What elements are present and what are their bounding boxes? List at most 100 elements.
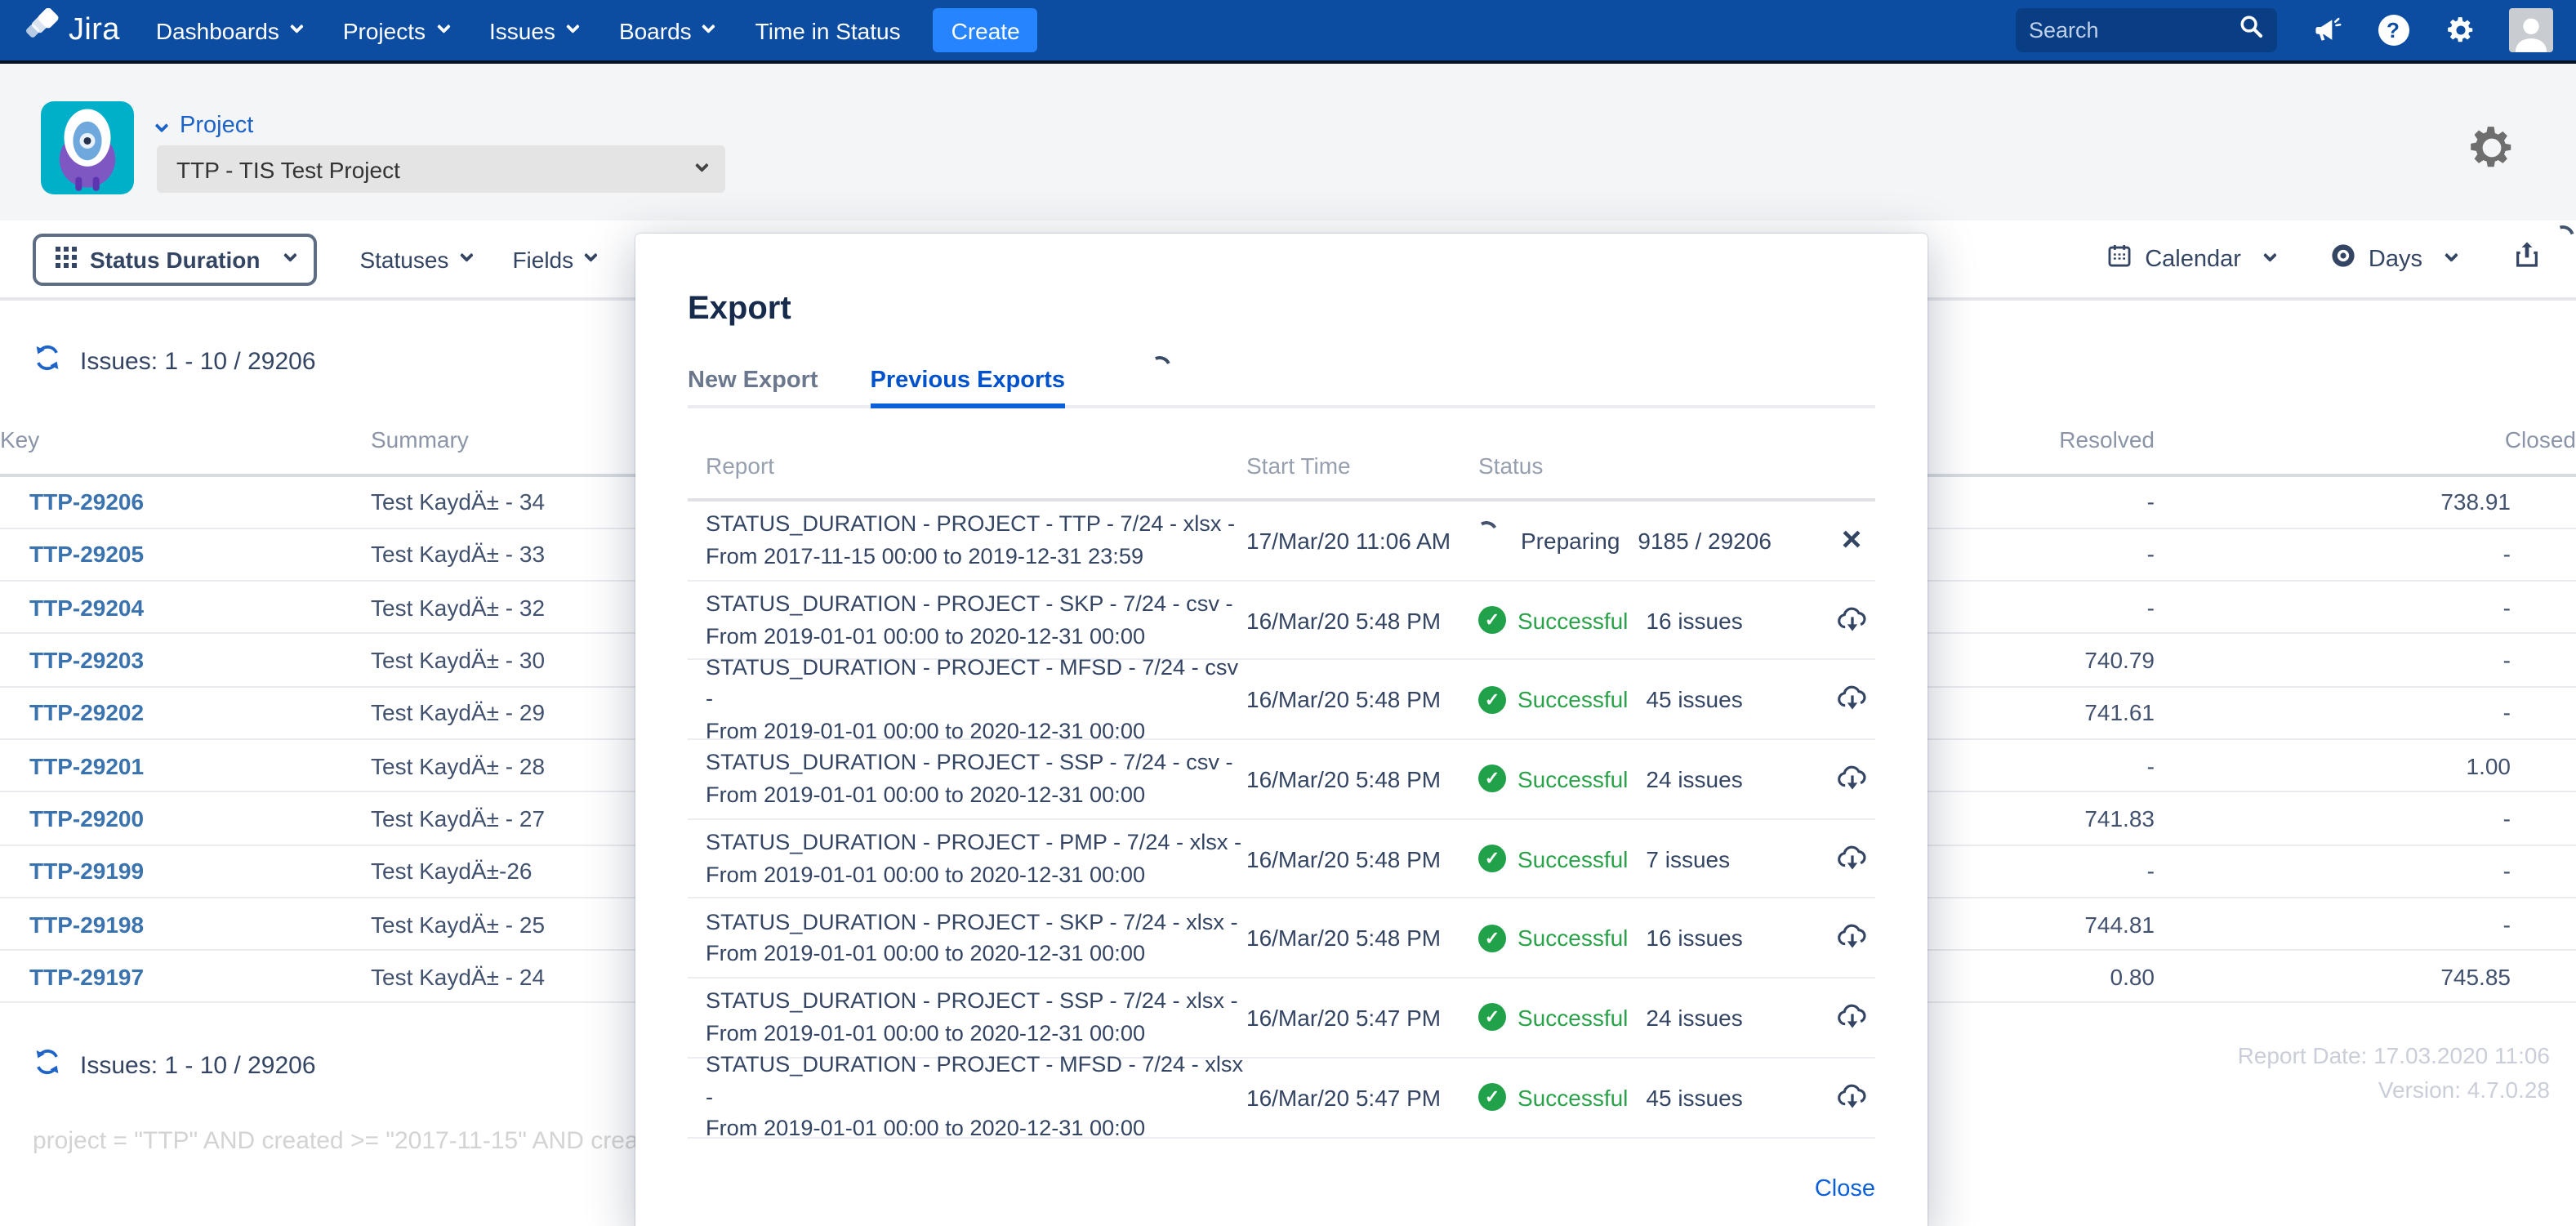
export-report-name: STATUS_DURATION - PROJECT - SKP - 7/24 -… — [688, 588, 1246, 652]
success-check-icon: ✓ — [1478, 845, 1506, 872]
menu-issues[interactable]: Issues — [489, 17, 577, 43]
exports-table-header: Report Start Time Status — [688, 453, 1875, 502]
column-header-closed: Closed — [2155, 426, 2576, 475]
issue-key-link[interactable]: TTP-29200 — [29, 805, 144, 831]
chevron-down-icon — [2445, 248, 2458, 262]
closed-value: - — [2155, 634, 2576, 687]
create-button[interactable]: Create — [934, 8, 1038, 52]
download-export-icon[interactable] — [1834, 681, 1870, 717]
export-status: ✓ Successful 16 issues — [1478, 606, 1828, 634]
report-type-label: Status Duration — [90, 246, 260, 272]
modal-title: Export — [688, 291, 1875, 328]
closed-value: 1.00 — [2155, 739, 2576, 792]
exports-table: Report Start Time Status STATUS_DURATION… — [688, 453, 1875, 1138]
export-report-name: STATUS_DURATION - PROJECT - MFSD - 7/24 … — [688, 1050, 1246, 1145]
status-label: Successful — [1518, 925, 1628, 952]
days-dropdown[interactable]: Days — [2329, 242, 2455, 276]
help-icon[interactable]: ? — [2375, 12, 2411, 48]
jira-logo[interactable]: Jira — [23, 7, 120, 53]
chevron-down-icon — [702, 20, 716, 33]
menu-projects[interactable]: Projects — [343, 17, 447, 43]
issue-key-link[interactable]: TTP-29202 — [29, 700, 144, 726]
export-button[interactable] — [2511, 239, 2543, 279]
export-row: STATUS_DURATION - PROJECT - SSP - 7/24 -… — [688, 740, 1875, 819]
export-row: STATUS_DURATION - PROJECT - MFSD - 7/24 … — [688, 1059, 1875, 1138]
status-issue-count: 24 issues — [1646, 1005, 1742, 1031]
calendar-dropdown[interactable]: Calendar — [2106, 242, 2274, 276]
breadcrumb-project[interactable]: Project — [157, 113, 253, 139]
download-export-icon[interactable] — [1834, 1079, 1870, 1115]
success-check-icon: ✓ — [1478, 606, 1506, 634]
issue-key-link[interactable]: TTP-29203 — [29, 647, 144, 673]
export-start-time: 16/Mar/20 5:48 PM — [1246, 766, 1478, 792]
chevron-down-icon — [584, 248, 598, 262]
status-label: Successful — [1518, 686, 1628, 712]
download-export-icon[interactable] — [1834, 602, 1870, 638]
export-report-name: STATUS_DURATION - PROJECT - TTP - 7/24 -… — [688, 509, 1246, 573]
export-start-time: 16/Mar/20 5:48 PM — [1246, 686, 1478, 712]
search-box — [2016, 8, 2277, 52]
refresh-icon[interactable] — [33, 343, 62, 379]
issue-key-link[interactable]: TTP-29201 — [29, 752, 144, 778]
export-status: ✓ Successful 45 issues — [1478, 685, 1828, 713]
issue-key-link[interactable]: TTP-29199 — [29, 858, 144, 884]
download-export-icon[interactable] — [1834, 921, 1870, 956]
menu-time-in-status[interactable]: Time in Status — [755, 17, 901, 43]
issue-key-link[interactable]: TTP-29198 — [29, 911, 144, 937]
chevron-down-icon — [566, 20, 580, 33]
project-select[interactable]: TTP - TIS Test Project — [157, 145, 725, 193]
report-type-button[interactable]: Status Duration — [33, 233, 317, 285]
closed-value: - — [2155, 581, 2576, 634]
issue-key-link[interactable]: TTP-29205 — [29, 542, 144, 568]
status-issue-count: 16 issues — [1646, 925, 1742, 952]
calendar-icon — [2106, 242, 2133, 276]
question-mark-icon: ? — [2378, 15, 2409, 46]
export-report-name: STATUS_DURATION - PROJECT - SKP - 7/24 -… — [688, 907, 1246, 970]
status-issue-count: 24 issues — [1646, 766, 1742, 792]
download-export-icon[interactable] — [1834, 840, 1870, 876]
issue-key-link[interactable]: TTP-29206 — [29, 489, 144, 515]
report-settings-gear-icon[interactable] — [2467, 123, 2517, 173]
menu-dashboards[interactable]: Dashboards — [156, 17, 301, 43]
project-avatar — [41, 101, 134, 194]
search-input[interactable] — [2029, 18, 2238, 42]
refresh-icon[interactable] — [33, 1048, 62, 1084]
chevron-down-icon — [2263, 248, 2277, 262]
export-start-time: 16/Mar/20 5:47 PM — [1246, 1005, 1478, 1031]
closed-value: - — [2155, 898, 2576, 951]
statuses-dropdown[interactable]: Statuses — [359, 246, 470, 272]
menu-boards[interactable]: Boards — [619, 17, 713, 43]
export-start-time: 17/Mar/20 11:06 AM — [1246, 528, 1478, 554]
modal-close-button[interactable]: Close — [1815, 1175, 1875, 1201]
success-check-icon: ✓ — [1478, 1083, 1506, 1111]
tab-loading-spinner — [1145, 353, 1174, 382]
announcements-icon[interactable] — [2308, 12, 2344, 48]
export-share-icon — [2511, 250, 2543, 278]
download-export-icon[interactable] — [1834, 761, 1870, 797]
download-export-icon[interactable] — [1834, 1000, 1870, 1036]
tab-previous-exports[interactable]: Previous Exports — [871, 368, 1066, 394]
closed-value: - — [2155, 528, 2576, 582]
status-label: Successful — [1518, 766, 1628, 792]
search-icon[interactable] — [2238, 13, 2264, 47]
issue-key-link[interactable]: TTP-29197 — [29, 964, 144, 990]
export-row: STATUS_DURATION - PROJECT - SSP - 7/24 -… — [688, 979, 1875, 1058]
export-status: ✓ Successful 16 issues — [1478, 925, 1828, 952]
settings-gear-icon[interactable] — [2442, 12, 2478, 48]
chevron-down-icon — [459, 248, 473, 262]
issue-key-link[interactable]: TTP-29204 — [29, 594, 144, 620]
user-avatar[interactable] — [2509, 8, 2553, 52]
column-header-start-time: Start Time — [1246, 453, 1478, 479]
export-row: STATUS_DURATION - PROJECT - PMP - 7/24 -… — [688, 820, 1875, 899]
export-loading-spinner — [2547, 221, 2576, 252]
export-report-name: STATUS_DURATION - PROJECT - SSP - 7/24 -… — [688, 747, 1246, 811]
export-report-name: STATUS_DURATION - PROJECT - SSP - 7/24 -… — [688, 986, 1246, 1050]
export-start-time: 16/Mar/20 5:47 PM — [1246, 1084, 1478, 1110]
tab-new-export[interactable]: New Export — [688, 368, 818, 394]
export-status: ✓ Successful 24 issues — [1478, 765, 1828, 793]
export-row: STATUS_DURATION - PROJECT - MFSD - 7/24 … — [688, 661, 1875, 740]
cancel-export-icon[interactable]: × — [1842, 524, 1862, 558]
project-select-value: TTP - TIS Test Project — [176, 156, 400, 182]
fields-dropdown[interactable]: Fields — [512, 246, 595, 272]
chevron-down-icon — [155, 119, 169, 133]
